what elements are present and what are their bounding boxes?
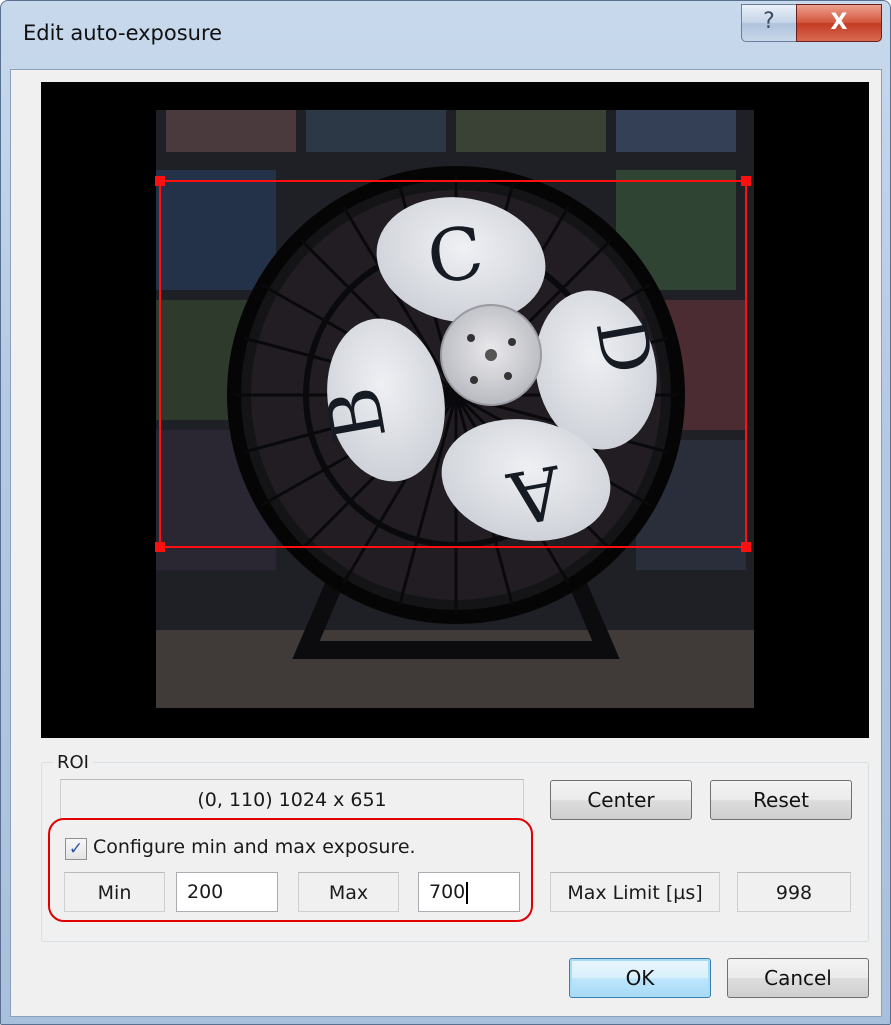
center-button[interactable]: Center xyxy=(550,780,692,820)
roi-handle-top-left[interactable] xyxy=(155,176,165,186)
reset-button[interactable]: Reset xyxy=(710,780,852,820)
roi-value-display: (0, 110) 1024 x 651 xyxy=(60,779,524,819)
help-button[interactable]: ? xyxy=(741,4,797,42)
title-bar[interactable]: Edit auto-exposure ? X xyxy=(1,1,890,69)
roi-handle-bottom-right[interactable] xyxy=(741,542,751,552)
close-button[interactable]: X xyxy=(796,4,882,42)
max-limit-value: 998 xyxy=(737,872,851,912)
ok-button[interactable]: OK xyxy=(569,958,711,998)
max-limit-label: Max Limit [µs] xyxy=(550,872,720,912)
exposure-highlight-outline xyxy=(48,818,533,922)
roi-handle-top-right[interactable] xyxy=(741,176,751,186)
roi-group-label: ROI xyxy=(53,752,93,773)
close-icon: X xyxy=(830,10,848,35)
roi-rectangle[interactable] xyxy=(155,176,751,552)
cancel-button[interactable]: Cancel xyxy=(727,958,869,998)
window-title: Edit auto-exposure xyxy=(23,21,223,45)
help-icon: ? xyxy=(763,9,775,34)
roi-handle-bottom-left[interactable] xyxy=(155,542,165,552)
